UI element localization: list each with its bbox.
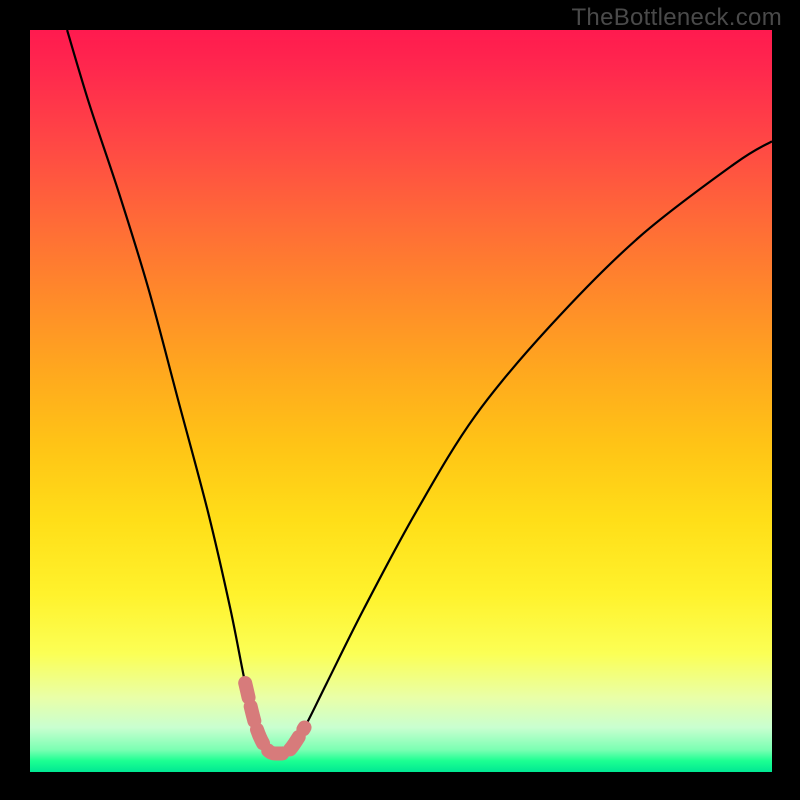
curve-group <box>67 30 772 753</box>
plot-area <box>30 30 772 772</box>
bottleneck-curve-line <box>67 30 772 753</box>
attribution-label: TheBottleneck.com <box>571 4 782 32</box>
bottleneck-curve-chart <box>30 30 772 772</box>
highlight-trough <box>245 683 304 754</box>
